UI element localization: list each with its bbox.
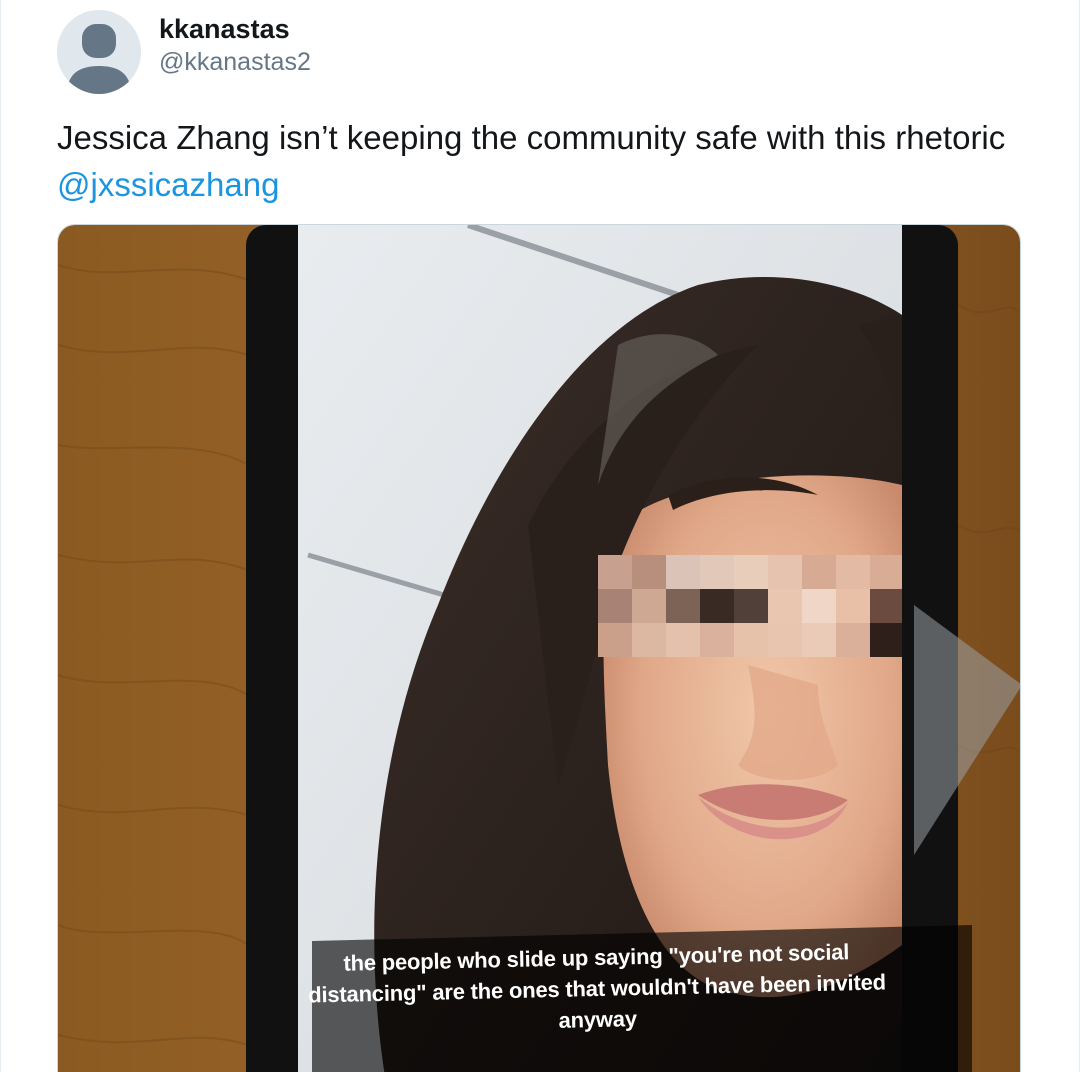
avatar[interactable] bbox=[57, 10, 141, 94]
tweet-card: kkanastas @kkanastas2 Jessica Zhang isn’… bbox=[0, 0, 1080, 1072]
tweet-body-text: Jessica Zhang isn’t keeping the communit… bbox=[57, 119, 1006, 156]
author-handle[interactable]: @kkanastas2 bbox=[159, 46, 311, 78]
mention-link[interactable]: @jxssicazhang bbox=[57, 166, 279, 203]
tweet-header: kkanastas @kkanastas2 bbox=[57, 10, 311, 94]
media-caption: the people who slide up saying "you're n… bbox=[307, 939, 887, 1033]
default-avatar-icon bbox=[57, 10, 141, 94]
tweet-text: Jessica Zhang isn’t keeping the communit… bbox=[57, 114, 1017, 208]
author-names: kkanastas @kkanastas2 bbox=[159, 12, 311, 78]
author-display-name[interactable]: kkanastas bbox=[159, 12, 311, 46]
